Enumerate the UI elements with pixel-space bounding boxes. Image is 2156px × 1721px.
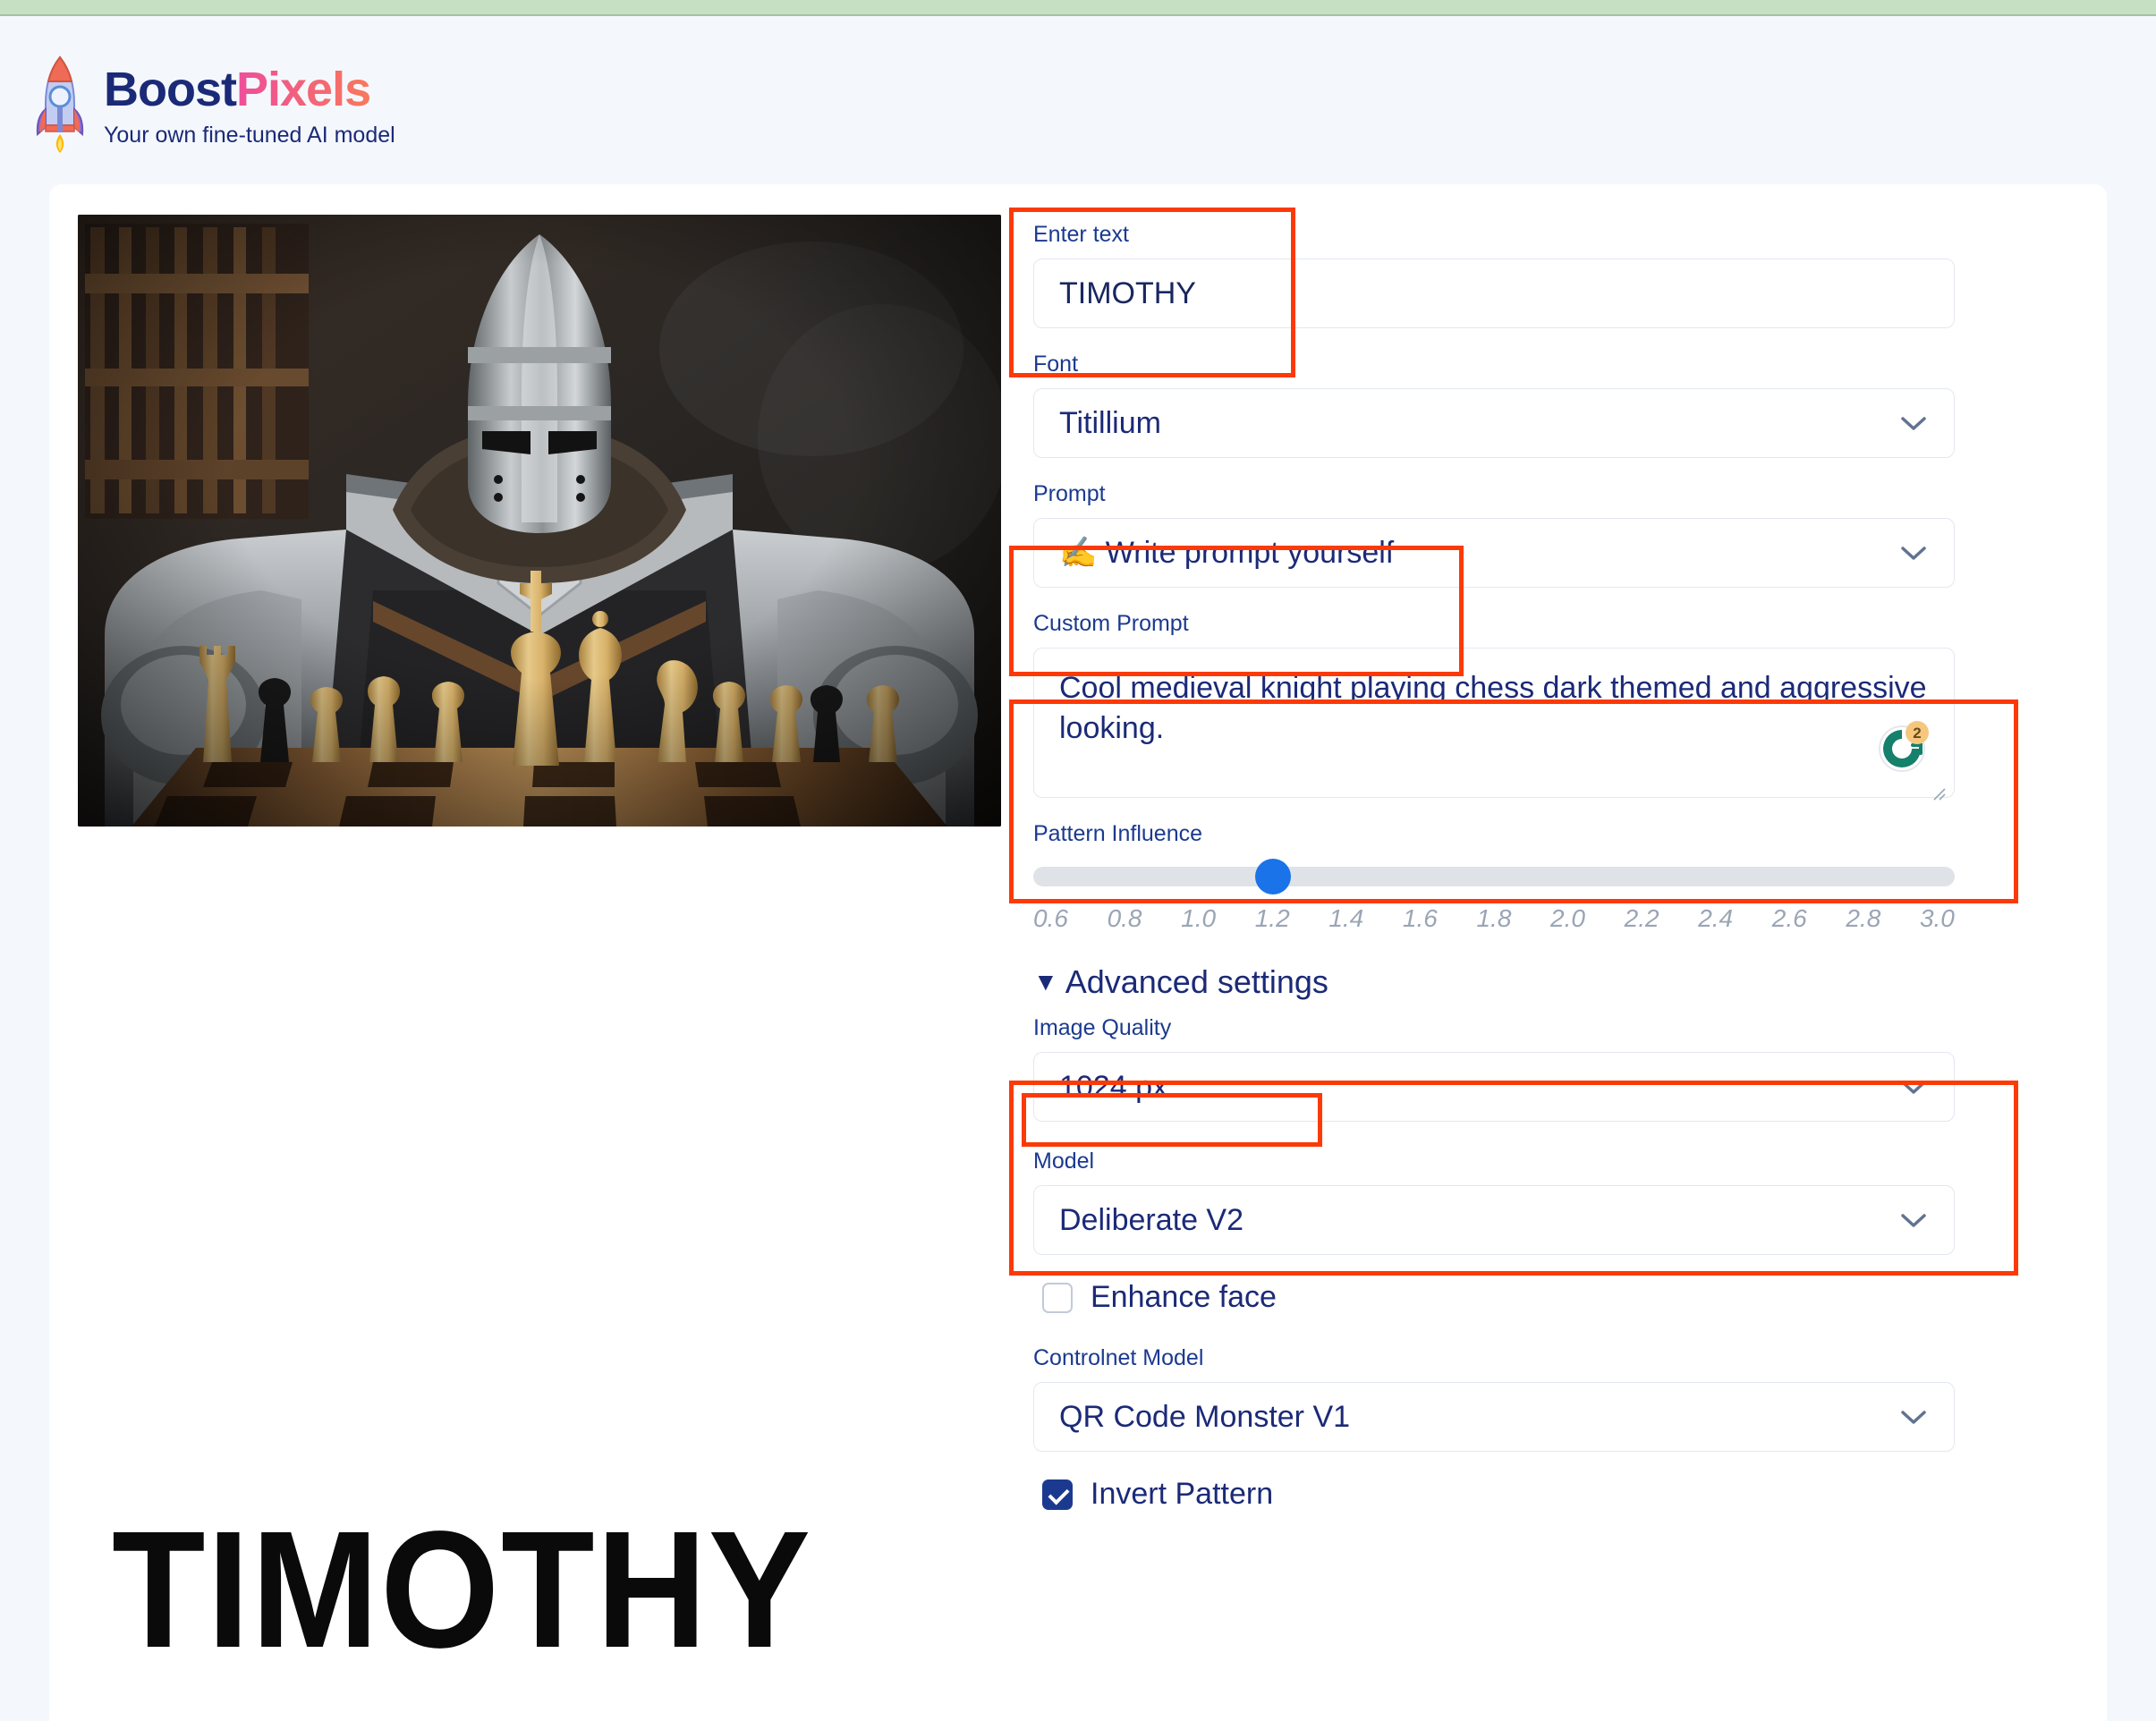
field-controlnet-model: Controlnet Model QR Code Monster V1 <box>1033 1345 1955 1452</box>
pattern-influence-tick: 1.4 <box>1328 904 1364 932</box>
enter-text-label: Enter text <box>1033 222 1129 247</box>
model-value: Deliberate V2 <box>1059 1202 1244 1237</box>
font-value: Titillium <box>1059 405 1161 440</box>
field-prompt: Prompt ✍ Write prompt yourself <box>1033 481 1955 588</box>
custom-prompt-label: Custom Prompt <box>1033 611 1189 636</box>
invert-pattern-label: Invert Pattern <box>1091 1477 1274 1511</box>
rendered-text-preview: TIMOTHY <box>112 1497 812 1683</box>
rocket-icon <box>32 54 88 158</box>
enter-text-input[interactable]: TIMOTHY <box>1033 259 1955 328</box>
pattern-influence-tick: 3.0 <box>1919 904 1955 932</box>
pattern-influence-tick: 0.8 <box>1107 904 1142 932</box>
pattern-influence-tick: 2.0 <box>1550 904 1585 932</box>
invert-pattern-row[interactable]: Invert Pattern <box>1042 1477 1955 1512</box>
page-root: BoostPixels Your own fine-tuned AI model… <box>0 0 2156 1721</box>
chevron-down-icon <box>1898 543 1929 563</box>
pattern-influence-thumb[interactable] <box>1254 859 1291 894</box>
pattern-influence-tick: 2.2 <box>1624 904 1659 932</box>
prompt-label: Prompt <box>1033 481 1106 506</box>
pattern-influence-tick: 2.8 <box>1846 904 1881 932</box>
pattern-influence-tick: 1.0 <box>1181 904 1217 932</box>
chevron-down-icon <box>1898 413 1929 433</box>
field-pattern-influence: Pattern Influence 0.6 0.8 1.0 1.2 1.4 1.6 1.8 2… <box>1033 821 1955 933</box>
chevron-down-icon <box>1898 1077 1929 1097</box>
brand-boost-text: Boost <box>104 63 237 116</box>
grammarly-icon[interactable]: 2 <box>1877 720 1931 774</box>
brand-tagline: Your own fine-tuned AI model <box>104 123 395 148</box>
field-image-quality: Image Quality 1024 px <box>1033 1015 1955 1122</box>
field-font: Font Titillium <box>1033 352 1955 458</box>
prompt-select[interactable]: ✍ Write prompt yourself <box>1033 518 1955 588</box>
advanced-settings-toggle[interactable]: ▼ Advanced settings <box>1033 963 1328 1001</box>
advanced-settings-section: ▼ Advanced settings Image Quality 1024 p… <box>1033 963 1955 1512</box>
field-model: Model Deliberate V2 <box>1033 1149 1955 1255</box>
invert-pattern-checkbox[interactable] <box>1042 1479 1073 1510</box>
enhance-face-label: Enhance face <box>1091 1280 1277 1314</box>
font-select[interactable]: Titillium <box>1033 388 1955 458</box>
controlnet-model-select[interactable]: QR Code Monster V1 <box>1033 1382 1955 1452</box>
pattern-influence-tick: 1.6 <box>1402 904 1438 932</box>
chevron-down-icon <box>1898 1210 1929 1230</box>
generation-form: Enter text TIMOTHY Font Titillium Prompt… <box>1033 222 1955 1512</box>
image-quality-label: Image Quality <box>1033 1015 1172 1040</box>
enhance-face-row[interactable]: Enhance face <box>1042 1280 1955 1315</box>
prompt-value: ✍ Write prompt yourself <box>1059 536 1395 570</box>
pattern-influence-tick: 2.4 <box>1698 904 1734 932</box>
image-quality-value: 1024 px <box>1059 1069 1167 1104</box>
model-label: Model <box>1033 1149 1095 1174</box>
image-quality-select[interactable]: 1024 px <box>1033 1052 1955 1122</box>
pattern-influence-tick: 1.2 <box>1254 904 1290 932</box>
field-custom-prompt: Custom Prompt Cool medieval knight playi… <box>1033 611 1955 801</box>
pattern-influence-ticks: 0.6 0.8 1.0 1.2 1.4 1.6 1.8 2.0 2.2 2.4 2.6 2.8 3.0 <box>1033 904 1955 933</box>
controlnet-model-value: QR Code Monster V1 <box>1059 1399 1351 1434</box>
pattern-influence-slider[interactable] <box>1033 859 1955 894</box>
custom-prompt-value: Cool medieval knight playing chess dark … <box>1059 671 1927 745</box>
controlnet-model-label: Controlnet Model <box>1033 1345 1204 1370</box>
pattern-influence-tick: 1.8 <box>1476 904 1512 932</box>
brand-logo[interactable]: BoostPixels Your own fine-tuned AI model <box>32 54 395 158</box>
textarea-resize-handle[interactable] <box>1927 772 1947 801</box>
grammarly-count: 2 <box>1913 725 1921 742</box>
field-enter-text: Enter text TIMOTHY <box>1033 222 1955 328</box>
custom-prompt-textarea[interactable]: Cool medieval knight playing chess dark … <box>1033 648 1955 801</box>
browser-top-strip <box>0 0 2156 16</box>
font-label: Font <box>1033 352 1079 377</box>
chevron-down-icon <box>1898 1407 1929 1427</box>
generated-image[interactable] <box>78 215 1001 827</box>
pattern-influence-label: Pattern Influence <box>1033 821 1203 846</box>
pattern-influence-tick: 2.6 <box>1771 904 1807 932</box>
brand-title: BoostPixels <box>104 65 395 114</box>
enhance-face-checkbox[interactable] <box>1042 1282 1073 1313</box>
site-header: BoostPixels Your own fine-tuned AI model… <box>0 16 2156 184</box>
pattern-influence-tick: 0.6 <box>1033 904 1068 932</box>
advanced-settings-label: Advanced settings <box>1065 963 1328 1000</box>
caret-down-icon: ▼ <box>1033 968 1058 996</box>
model-select[interactable]: Deliberate V2 <box>1033 1185 1955 1255</box>
brand-pixels-text: Pixels <box>235 63 371 116</box>
